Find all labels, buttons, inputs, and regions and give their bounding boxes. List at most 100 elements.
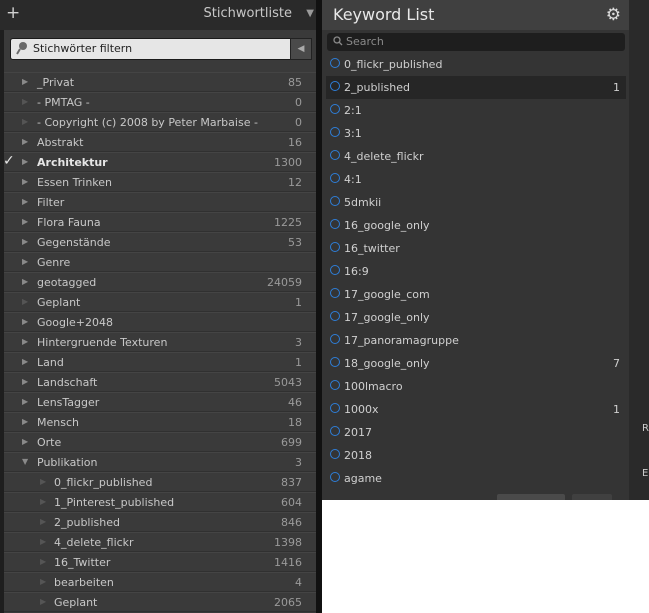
keyword-list-item[interactable]: 17_panoramagruppe: [326, 329, 626, 352]
keyword-row[interactable]: ▶ Geplant 1: [4, 292, 316, 312]
expanded-triangle-icon[interactable]: ▼: [22, 457, 28, 466]
keyword-row[interactable]: ▶ Genre: [4, 252, 316, 272]
keyword-filter-field[interactable]: Stichwörter filtern: [10, 38, 310, 60]
search-input[interactable]: Search: [327, 33, 625, 51]
circle-checkbox-icon[interactable]: [330, 265, 340, 275]
keyword-list-item[interactable]: agame: [326, 467, 626, 490]
circle-checkbox-icon[interactable]: [330, 196, 340, 206]
keyword-label: agame: [344, 472, 382, 485]
circle-checkbox-icon[interactable]: [330, 426, 340, 436]
keyword-label: Abstrakt: [37, 136, 84, 149]
circle-checkbox-icon[interactable]: [330, 380, 340, 390]
keyword-row[interactable]: ▶ LensTagger 46: [4, 392, 316, 412]
keyword-row[interactable]: ▶ Filter: [4, 192, 316, 212]
keyword-row[interactable]: ▶ Land 1: [4, 352, 316, 372]
keyword-list-item[interactable]: 3:1: [326, 122, 626, 145]
add-keyword-button[interactable]: +: [6, 3, 20, 23]
expand-triangle-icon[interactable]: ▶: [22, 237, 28, 246]
circle-checkbox-icon[interactable]: [330, 472, 340, 482]
keyword-row[interactable]: ▶ - Copyright (c) 2008 by Peter Marbaise …: [4, 112, 316, 132]
circle-checkbox-icon[interactable]: [330, 173, 340, 183]
circle-checkbox-icon[interactable]: [330, 81, 340, 91]
keyword-row[interactable]: ▶ Hintergruende Texturen 3: [4, 332, 316, 352]
keyword-subrow[interactable]: ▶ Geplant 2065: [4, 592, 316, 612]
expand-triangle-icon[interactable]: ▶: [22, 77, 28, 86]
keyword-list-item[interactable]: 2:1: [326, 99, 626, 122]
expand-triangle-icon[interactable]: ▶: [22, 437, 28, 446]
circle-checkbox-icon[interactable]: [330, 242, 340, 252]
expand-triangle-icon[interactable]: ▶: [22, 397, 28, 406]
keyword-list-item[interactable]: 5dmkii: [326, 191, 626, 214]
footer-button-secondary[interactable]: [572, 494, 612, 500]
circle-checkbox-icon[interactable]: [330, 334, 340, 344]
expand-triangle-icon[interactable]: ▶: [22, 277, 28, 286]
keyword-row[interactable]: ▶ Flora Fauna 1225: [4, 212, 316, 232]
keyword-subrow[interactable]: ▶ 16_Twitter 1416: [4, 552, 316, 572]
keyword-list-item[interactable]: 16_google_only: [326, 214, 626, 237]
circle-checkbox-icon[interactable]: [330, 311, 340, 321]
circle-checkbox-icon[interactable]: [330, 403, 340, 413]
keyword-row[interactable]: ▶ Essen Trinken 12: [4, 172, 316, 192]
panel-title[interactable]: Stichwortliste: [204, 6, 292, 21]
keyword-subrow[interactable]: ▶ 1_Pinterest_published 604: [4, 492, 316, 512]
expand-triangle-icon[interactable]: ▶: [22, 217, 28, 226]
expand-triangle-icon[interactable]: ▶: [22, 157, 28, 166]
keyword-label: 4:1: [344, 173, 362, 186]
gear-icon[interactable]: ⚙: [606, 5, 621, 25]
expand-triangle-icon[interactable]: ▶: [22, 337, 28, 346]
expand-triangle-icon[interactable]: ▶: [22, 197, 28, 206]
keyword-count: 24059: [267, 276, 302, 289]
circle-checkbox-icon[interactable]: [330, 150, 340, 160]
keyword-row[interactable]: ▶ Orte 699: [4, 432, 316, 452]
filter-expand-icon[interactable]: ◀: [290, 38, 312, 60]
circle-checkbox-icon[interactable]: [330, 127, 340, 137]
keyword-label: Geplant: [54, 596, 98, 609]
circle-checkbox-icon[interactable]: [330, 219, 340, 229]
keyword-list-item[interactable]: 18_google_only 7: [326, 352, 626, 375]
keyword-label: 4_delete_flickr: [344, 150, 424, 163]
keyword-list-item[interactable]: 4_delete_flickr: [326, 145, 626, 168]
keyword-list-item[interactable]: 16:9: [326, 260, 626, 283]
footer-button[interactable]: [497, 494, 565, 500]
keyword-row[interactable]: ▶ geotagged 24059: [4, 272, 316, 292]
keyword-list-item[interactable]: 17_google_com: [326, 283, 626, 306]
keyword-subrow[interactable]: ▶ 0_flickr_published 837: [4, 472, 316, 492]
keyword-subrow[interactable]: ▶ 4_delete_flickr 1398: [4, 532, 316, 552]
expand-triangle-icon[interactable]: ▶: [22, 357, 28, 366]
keyword-subrow[interactable]: ▶ bearbeiten 4: [4, 572, 316, 592]
circle-checkbox-icon[interactable]: [330, 288, 340, 298]
circle-checkbox-icon[interactable]: [330, 58, 340, 68]
keyword-label: Hintergruende Texturen: [37, 336, 168, 349]
expand-triangle-icon[interactable]: ▶: [22, 377, 28, 386]
keyword-list-item[interactable]: 4:1: [326, 168, 626, 191]
keyword-list-item[interactable]: 1000x 1: [326, 398, 626, 421]
keyword-list-item[interactable]: 2_published 1: [326, 76, 626, 99]
keyword-row[interactable]: ▶ Gegenstände 53: [4, 232, 316, 252]
circle-checkbox-icon[interactable]: [330, 449, 340, 459]
keyword-list-item[interactable]: 0_flickr_published: [326, 53, 626, 76]
keyword-row[interactable]: ▶ Mensch 18: [4, 412, 316, 432]
circle-checkbox-icon[interactable]: [330, 104, 340, 114]
expand-triangle-icon[interactable]: ▶: [22, 317, 28, 326]
keyword-row[interactable]: ▶ - PMTAG - 0: [4, 92, 316, 112]
keyword-row[interactable]: ▼ Publikation 3: [4, 452, 316, 472]
expand-triangle-icon[interactable]: ▶: [22, 177, 28, 186]
keyword-list-item[interactable]: 2017: [326, 421, 626, 444]
keyword-row[interactable]: ▶ Google+2048: [4, 312, 316, 332]
keyword-row[interactable]: ▶ Landschaft 5043: [4, 372, 316, 392]
keyword-list-item[interactable]: 2018: [326, 444, 626, 467]
keyword-list-item[interactable]: 17_google_only: [326, 306, 626, 329]
collapse-triangle-icon[interactable]: ▼: [306, 8, 314, 19]
keyword-list-item[interactable]: 16_twitter: [326, 237, 626, 260]
checkmark-icon[interactable]: ✓: [3, 153, 15, 169]
keyword-row[interactable]: ✓ ▶ Architektur 1300: [3, 152, 316, 172]
keyword-list-item[interactable]: 100lmacro: [326, 375, 626, 398]
keyword-subrow[interactable]: ▶ 2_published 846: [4, 512, 316, 532]
keyword-row[interactable]: ▶ Abstrakt 16: [4, 132, 316, 152]
keyword-count: 7: [613, 357, 620, 370]
circle-checkbox-icon[interactable]: [330, 357, 340, 367]
expand-triangle-icon[interactable]: ▶: [22, 257, 28, 266]
keyword-row[interactable]: ▶ _Privat 85: [4, 72, 316, 92]
expand-triangle-icon[interactable]: ▶: [22, 137, 28, 146]
expand-triangle-icon[interactable]: ▶: [22, 417, 28, 426]
